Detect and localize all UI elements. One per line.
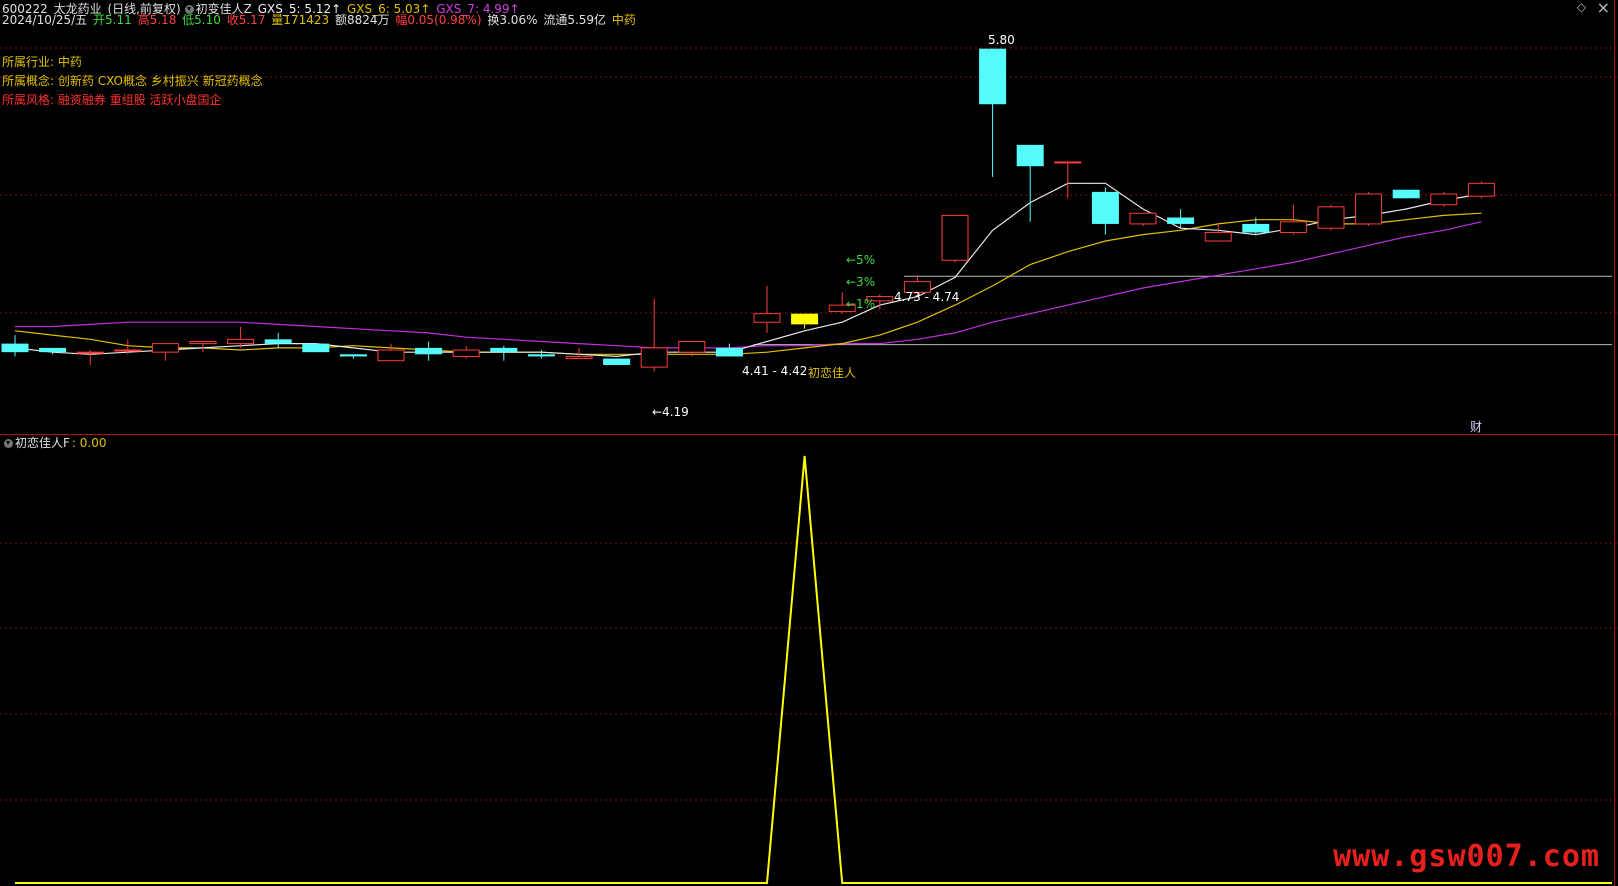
industry-label: 所属行业: bbox=[2, 55, 55, 69]
candle-body-down bbox=[1091, 191, 1119, 224]
candle-body-down bbox=[1242, 223, 1270, 233]
target-3pct: ←3% bbox=[846, 275, 876, 289]
candle-body-down bbox=[1392, 189, 1420, 199]
concept-label: 所属概念: bbox=[2, 74, 55, 88]
chart-canvas[interactable] bbox=[0, 0, 1618, 886]
sub-value: : 0.00 bbox=[71, 436, 107, 450]
quote-low: 低5.10 bbox=[182, 13, 221, 27]
candle-body-down bbox=[603, 358, 631, 365]
quote-close: 收5.17 bbox=[226, 13, 266, 27]
style-label: 所属风格: bbox=[2, 93, 55, 107]
candle-body-up bbox=[753, 313, 781, 323]
candle-body-up bbox=[1317, 206, 1345, 229]
candle-body-down bbox=[302, 343, 330, 353]
candle-body-down bbox=[1167, 217, 1195, 224]
concept-row: 所属概念: 创新药 CXO概念 乡村振兴 新冠药概念 bbox=[2, 73, 263, 89]
band-lower-label: 4.41 - 4.42 bbox=[742, 364, 808, 378]
industry-value: 中药 bbox=[57, 55, 82, 69]
candle-body-up bbox=[565, 355, 593, 360]
candle-body-down bbox=[791, 313, 819, 325]
signal-label: 初恋佳人 bbox=[808, 366, 857, 380]
candle-body-up bbox=[1279, 221, 1307, 233]
candle-body-up bbox=[1467, 182, 1495, 197]
quote-amount: 额8824万 bbox=[334, 13, 390, 27]
dropdown-icon[interactable] bbox=[4, 439, 13, 448]
candle-body-up bbox=[1355, 193, 1383, 225]
ma20-line bbox=[15, 221, 1482, 349]
watermark: www.gsw007.com bbox=[1333, 839, 1600, 874]
candle-body-up bbox=[941, 214, 969, 261]
candle-body-up bbox=[227, 338, 255, 345]
candle-body-down bbox=[339, 354, 367, 357]
quote-turnover: 换3.06% bbox=[487, 13, 538, 27]
low-label: ←4.19 bbox=[652, 405, 689, 419]
candle-body-down bbox=[1016, 144, 1044, 167]
band-upper-label: 4.73 - 4.74 bbox=[894, 290, 960, 304]
candle-body-up bbox=[452, 349, 480, 357]
candle-body-up bbox=[114, 349, 142, 352]
quote-open: 开5.11 bbox=[93, 13, 132, 27]
candle-body-up bbox=[678, 340, 706, 353]
candle-body-up bbox=[1430, 193, 1458, 206]
quote-high: 高5.18 bbox=[137, 13, 177, 27]
target-5pct: ←5% bbox=[846, 253, 876, 267]
candle-body-down bbox=[715, 347, 743, 357]
industry-row: 所属行业: 中药 bbox=[2, 54, 82, 70]
candle-body-up bbox=[151, 343, 179, 353]
quote-change: 幅0.05(0.98%) bbox=[395, 13, 482, 27]
peak-label: 5.80 bbox=[988, 33, 1015, 47]
candle-body-down bbox=[1, 343, 29, 353]
candle-body-down bbox=[39, 347, 67, 353]
candle-body-up bbox=[640, 347, 668, 368]
concept-value: 创新药 CXO概念 乡村振兴 新冠药概念 bbox=[57, 74, 263, 88]
quote-sector: 中药 bbox=[611, 13, 636, 27]
style-value: 融资融券 重组股 活跃小盘国企 bbox=[57, 93, 222, 107]
ma5-line bbox=[14, 182, 1482, 358]
quote-bar: 2024/10/25/五 开5.11 高5.18 低5.10 收5.17 量17… bbox=[2, 12, 638, 28]
sub-header: 初恋佳人F: 0.00 bbox=[2, 435, 108, 451]
candle-body-up bbox=[1054, 161, 1082, 164]
candle-body-up bbox=[76, 351, 104, 354]
sub-title[interactable]: 初恋佳人F bbox=[15, 436, 70, 450]
candle-body-up bbox=[377, 349, 405, 362]
candle-body-down bbox=[490, 347, 518, 353]
candle-body-up bbox=[1204, 231, 1232, 242]
target-1pct: ←1% bbox=[846, 297, 876, 311]
quote-volume: 量171423 bbox=[271, 13, 330, 27]
close-icon[interactable]: × bbox=[1597, 0, 1610, 17]
quote-date: 2024/10/25/五 bbox=[2, 13, 88, 27]
ma10-line bbox=[14, 212, 1482, 355]
style-row: 所属风格: 融资融券 重组股 活跃小盘国企 bbox=[2, 92, 222, 108]
candle-body-down bbox=[527, 354, 555, 357]
quote-float: 流通5.59亿 bbox=[543, 13, 607, 27]
candle-body-up bbox=[1129, 212, 1157, 225]
candle-body-down bbox=[415, 347, 443, 355]
candle-body-down bbox=[264, 339, 292, 344]
candle-body-up bbox=[189, 340, 217, 345]
signal-line bbox=[15, 455, 1612, 884]
diamond-icon[interactable]: ◇ bbox=[1577, 0, 1586, 14]
finance-marker[interactable]: 财 bbox=[1470, 418, 1482, 435]
candle-body-down bbox=[979, 48, 1007, 105]
